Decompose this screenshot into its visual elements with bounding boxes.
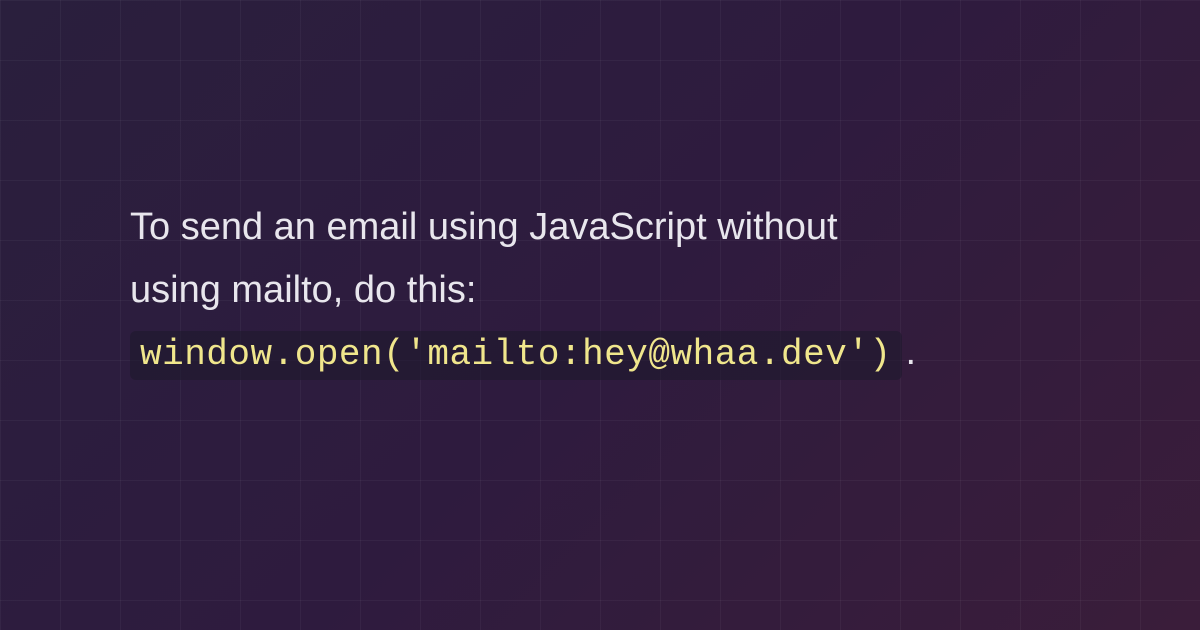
intro-text-line1: To send an email using JavaScript withou… [130, 206, 838, 248]
intro-text-line2: using mailto, do this: [130, 269, 476, 311]
period: . [906, 331, 917, 373]
code-snippet: window.open('mailto:hey@whaa.dev') [130, 331, 902, 380]
content-block: To send an email using JavaScript withou… [130, 196, 1070, 385]
